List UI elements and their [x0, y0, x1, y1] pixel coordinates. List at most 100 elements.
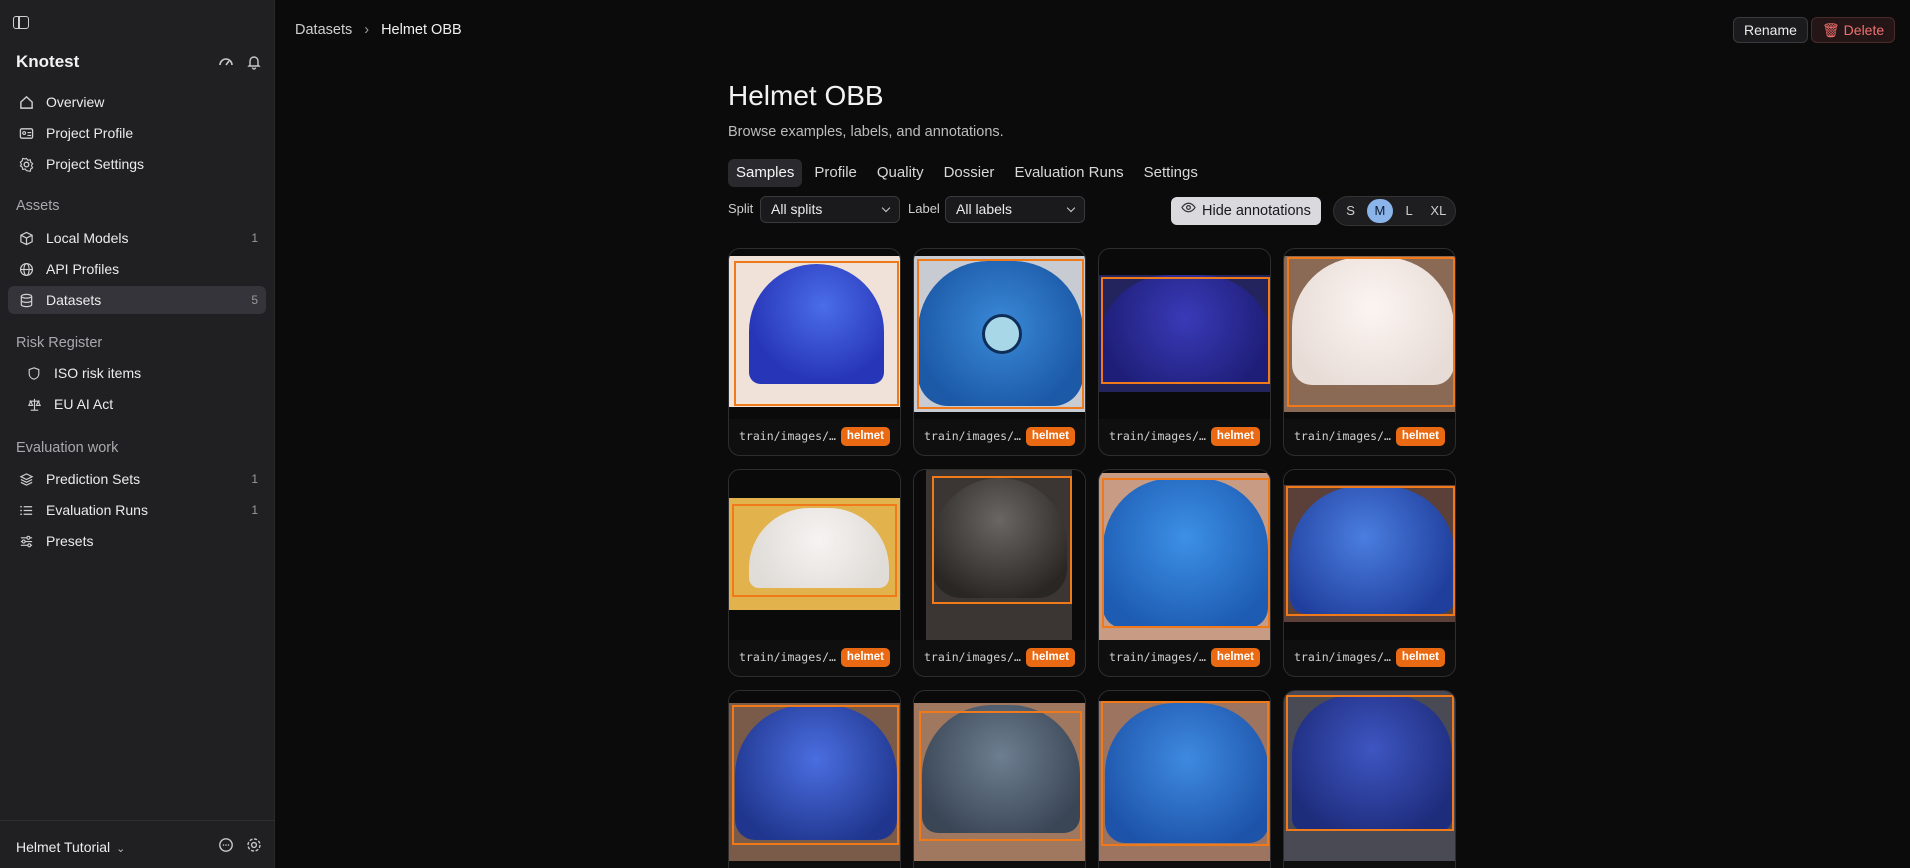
sidebar-item-prediction-sets[interactable]: Prediction Sets 1 — [8, 465, 266, 493]
sidebar-item-evaluation-runs[interactable]: Evaluation Runs 1 — [8, 496, 266, 524]
sample-card[interactable]: train/images/… helmet — [913, 469, 1086, 677]
label-filter-label: Label — [908, 201, 940, 216]
sample-path: train/images/… — [924, 650, 1021, 664]
sample-path: train/images/… — [1109, 429, 1206, 443]
label-badge: helmet — [840, 427, 890, 446]
sidebar-item-label: Project Settings — [46, 156, 145, 172]
sidebar-item-label: Presets — [46, 533, 94, 549]
globe-icon — [18, 261, 34, 277]
sample-path: train/images/… — [924, 429, 1021, 443]
sample-image — [914, 249, 1085, 419]
sample-card[interactable]: train/images/… helmet — [1098, 248, 1271, 456]
hide-annotations-button[interactable]: Hide annotations — [1171, 197, 1321, 225]
breadcrumb-datasets[interactable]: Datasets — [295, 22, 352, 38]
item-count: 1 — [251, 472, 258, 486]
tab-dossier[interactable]: Dossier — [936, 159, 1003, 187]
sidebar: Knotest Overview Project Profile Project… — [0, 0, 275, 868]
sidebar-item-project-profile[interactable]: Project Profile — [8, 119, 266, 147]
sample-card[interactable]: train/images/… helmet — [728, 248, 901, 456]
chevron-right-icon: › — [364, 22, 370, 38]
sliders-icon — [18, 533, 34, 549]
scales-icon — [26, 396, 42, 412]
sidebar-item-label: Evaluation Runs — [46, 502, 148, 518]
tab-bar: Samples Profile Quality Dossier Evaluati… — [728, 159, 1206, 187]
trash-icon: 🗑︎ — [1822, 22, 1840, 38]
sample-image — [914, 470, 1085, 640]
sample-card[interactable]: train/images/… helmet — [913, 248, 1086, 456]
sidebar-item-label: Datasets — [46, 292, 102, 308]
sample-image — [1099, 470, 1270, 640]
sample-path: train/images/… — [739, 429, 836, 443]
label-badge: helmet — [1395, 427, 1445, 446]
sidebar-toggle-icon[interactable] — [13, 16, 29, 29]
size-l[interactable]: L — [1397, 199, 1422, 223]
sample-card[interactable]: train/images/… helmet — [1098, 469, 1271, 677]
workspace-name: Helmet Tutorial — [16, 839, 111, 855]
sample-path: train/images/… — [1109, 650, 1206, 664]
layers-icon — [18, 471, 34, 487]
chevron-down-icon: ⌄ — [116, 843, 126, 855]
section-assets: Assets — [16, 198, 60, 214]
tab-quality[interactable]: Quality — [869, 159, 932, 187]
sample-image — [729, 470, 900, 640]
list-icon — [18, 502, 34, 518]
page-subtitle: Browse examples, labels, and annotations… — [728, 124, 1004, 140]
sidebar-item-iso-risk[interactable]: ISO risk items — [16, 359, 266, 387]
label-badge: helmet — [840, 648, 890, 667]
settings-icon[interactable] — [246, 837, 262, 856]
eye-icon — [1181, 197, 1196, 225]
sample-image — [914, 691, 1085, 861]
tab-profile[interactable]: Profile — [806, 159, 865, 187]
sidebar-item-datasets[interactable]: Datasets 5 — [8, 286, 266, 314]
item-count: 1 — [251, 503, 258, 517]
sidebar-item-presets[interactable]: Presets — [8, 527, 266, 555]
sidebar-item-eu-ai-act[interactable]: EU AI Act — [16, 390, 266, 418]
hide-annotations-label: Hide annotations — [1202, 203, 1311, 219]
page-title: Helmet OBB — [728, 80, 884, 111]
sample-card[interactable] — [913, 690, 1086, 868]
gauge-icon[interactable] — [218, 54, 234, 73]
sidebar-item-label: API Profiles — [46, 261, 120, 277]
sample-card[interactable] — [1098, 690, 1271, 868]
split-value: All splits — [771, 201, 823, 217]
label-badge: helmet — [1210, 648, 1260, 667]
delete-button[interactable]: 🗑︎ Delete — [1811, 17, 1896, 43]
tab-evaluation-runs[interactable]: Evaluation Runs — [1006, 159, 1131, 187]
sample-card[interactable] — [1283, 690, 1456, 868]
bell-icon[interactable] — [246, 54, 262, 73]
label-select[interactable]: All labels — [945, 196, 1085, 223]
sidebar-item-label: Local Models — [46, 230, 129, 246]
sample-card[interactable] — [728, 690, 901, 868]
sample-path: train/images/… — [1294, 650, 1391, 664]
size-xl[interactable]: XL — [1426, 199, 1451, 223]
sample-image — [1284, 470, 1455, 640]
split-select[interactable]: All splits — [760, 196, 900, 223]
label-badge: helmet — [1395, 648, 1445, 667]
chevron-down-icon — [881, 203, 891, 213]
item-count: 1 — [251, 231, 258, 245]
sidebar-footer: Helmet Tutorial ⌄ — [0, 820, 275, 868]
sample-image — [729, 249, 900, 419]
chevron-down-icon — [1066, 203, 1076, 213]
home-icon — [18, 94, 34, 110]
tab-samples[interactable]: Samples — [728, 159, 803, 187]
breadcrumb: Datasets › Helmet OBB — [295, 22, 462, 38]
sample-path: train/images/… — [1294, 429, 1391, 443]
sidebar-item-api-profiles[interactable]: API Profiles — [8, 255, 266, 283]
sample-image — [729, 691, 900, 861]
size-m[interactable]: M — [1367, 199, 1393, 223]
size-s[interactable]: S — [1338, 199, 1363, 223]
sidebar-item-overview[interactable]: Overview — [8, 88, 266, 116]
delete-label: Delete — [1843, 22, 1885, 38]
tab-settings[interactable]: Settings — [1136, 159, 1206, 187]
sample-card[interactable]: train/images/… helmet — [1283, 248, 1456, 456]
sample-image — [1284, 249, 1455, 419]
sample-card[interactable]: train/images/… helmet — [1283, 469, 1456, 677]
chat-icon[interactable] — [218, 837, 234, 856]
item-count: 5 — [251, 293, 258, 307]
sample-card[interactable]: train/images/… helmet — [728, 469, 901, 677]
rename-button[interactable]: Rename — [1733, 17, 1808, 43]
workspace-switcher[interactable]: Helmet Tutorial ⌄ — [16, 839, 125, 855]
sidebar-item-project-settings[interactable]: Project Settings — [8, 150, 266, 178]
sidebar-item-local-models[interactable]: Local Models 1 — [8, 224, 266, 252]
